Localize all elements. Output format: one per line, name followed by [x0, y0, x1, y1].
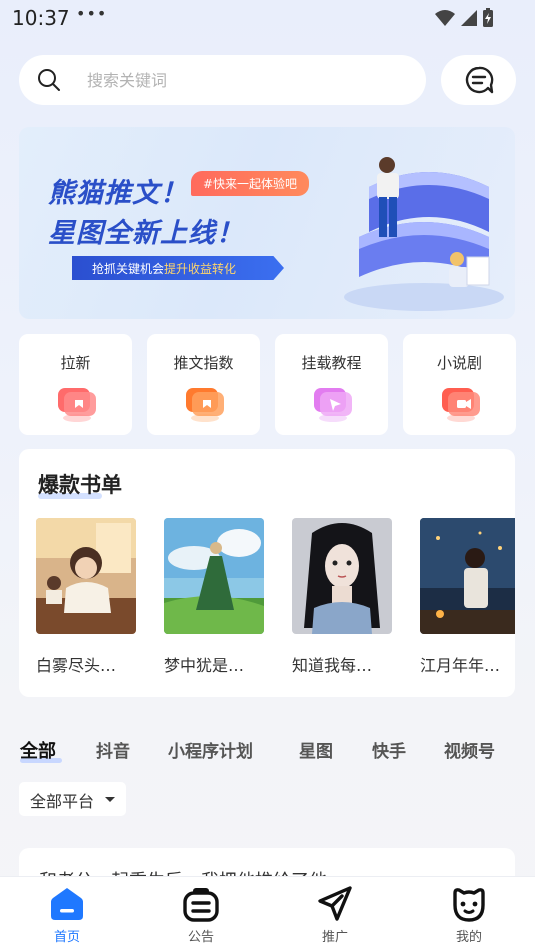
tab-video-account[interactable]: 视频号 [444, 737, 495, 762]
nav-profile[interactable]: 我的 [402, 877, 535, 951]
tab-douyin[interactable]: 抖音 [96, 737, 130, 762]
platform-dropdown[interactable]: 全部平台 [19, 782, 126, 816]
book-name: 白雾尽头… [36, 656, 117, 675]
category-label: 推文指数 [173, 354, 234, 372]
nav-label: 我的 [455, 930, 482, 945]
nav-label: 首页 [53, 930, 80, 945]
search-input[interactable] [87, 67, 407, 93]
video-card-icon [442, 388, 480, 422]
status-bar: 10:37 ••• [0, 0, 535, 38]
category-card-mount-tutorial[interactable]: 挂载教程 [275, 334, 388, 435]
tab-xingtu[interactable]: 星图 [299, 737, 333, 762]
category-label: 小说剧 [436, 354, 482, 372]
status-signal-battery-icon [435, 8, 493, 27]
category-card-laxin[interactable]: 拉新 [19, 334, 132, 435]
category-label: 拉新 [60, 354, 91, 372]
send-icon [318, 886, 352, 921]
book-item[interactable]: 梦中犹是… [164, 518, 264, 676]
tab-mini-program[interactable]: 小程序计划 [168, 737, 253, 762]
book-stack-illustration [344, 157, 504, 311]
caret-down-icon [105, 797, 115, 802]
profile-icon [453, 888, 485, 922]
red-card-icon [58, 388, 96, 422]
banner-tag: #快来一起体验吧 [191, 171, 310, 196]
nav-notice[interactable]: 公告 [134, 877, 268, 951]
nav-label: 推广 [321, 930, 348, 945]
bottom-nav: 首页 公告 推广 我的 [0, 876, 535, 951]
orange-card-icon [186, 388, 224, 422]
banner-strip-highlight: 提升收益转化 [164, 262, 237, 276]
banner-title-line1: 熊猫推文！ [48, 178, 188, 209]
chat-bubble-icon [465, 66, 494, 94]
nav-label: 公告 [187, 930, 214, 945]
banner-strip: 抢抓关键机会提升收益转化 [72, 256, 284, 280]
message-button[interactable] [441, 55, 516, 105]
category-label: 挂载教程 [301, 354, 362, 372]
book-name: 梦中犹是… [164, 656, 245, 675]
status-time: 10:37 [12, 6, 70, 30]
hot-book-title: 爆款书单 [38, 472, 122, 497]
platform-dropdown-value: 全部平台 [30, 792, 95, 811]
book-item[interactable]: 白雾尽头… [36, 518, 136, 676]
book-item[interactable]: 江月年年… [420, 518, 515, 676]
banner-strip-text: 抢抓关键机会 [92, 262, 165, 276]
book-cover-image [292, 518, 392, 634]
book-cover-image [420, 518, 515, 634]
book-cover-image [36, 518, 136, 634]
book-cover-image [164, 518, 264, 634]
banner-title-line2: 星图全新上线！ [48, 218, 244, 249]
search-bar[interactable] [19, 55, 426, 105]
tab-all[interactable]: 全部 [20, 737, 56, 763]
book-name: 江月年年… [420, 656, 501, 675]
search-icon [38, 69, 60, 91]
notice-icon [183, 888, 219, 922]
category-card-short-drama[interactable]: 小说剧 [403, 334, 516, 435]
book-name: 知道我每… [292, 656, 373, 675]
tab-kuaishou[interactable]: 快手 [372, 737, 406, 762]
nav-promote[interactable]: 推广 [268, 877, 402, 951]
home-icon [51, 888, 83, 920]
nav-home[interactable]: 首页 [0, 877, 134, 951]
category-card-tuiwen-index[interactable]: 推文指数 [147, 334, 260, 435]
hot-book-list: 爆款书单 白雾尽头… 梦中犹是… 知道我每… 江月年年… [19, 449, 515, 697]
promo-banner[interactable]: 熊猫推文！ 星图全新上线！ #快来一起体验吧 抢抓关键机会提升收益转化 [19, 127, 515, 319]
status-more-dots: ••• [76, 4, 108, 23]
pink-card-icon [314, 388, 352, 422]
book-item[interactable]: 知道我每… [292, 518, 392, 676]
